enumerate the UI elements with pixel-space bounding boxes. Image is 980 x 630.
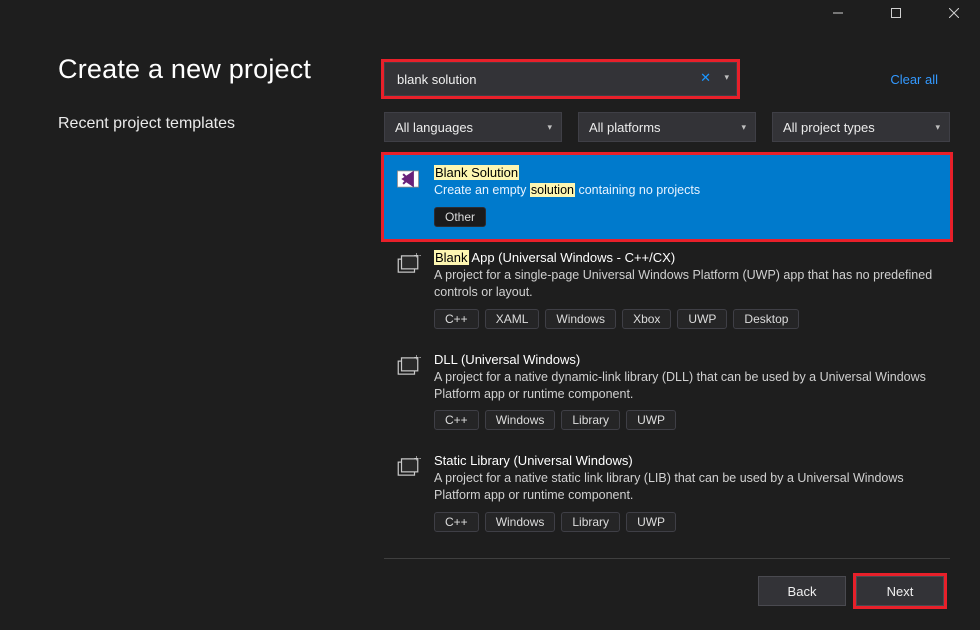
tag: UWP xyxy=(677,309,727,329)
results-list: Blank Solution Create an empty solution c… xyxy=(384,154,950,544)
template-icon: ++ xyxy=(394,352,422,380)
clear-search-icon[interactable]: ✕ xyxy=(700,70,711,86)
close-button[interactable] xyxy=(934,0,974,26)
maximize-button[interactable] xyxy=(876,0,916,26)
divider xyxy=(384,558,950,559)
template-title: Blank App (Universal Windows - C++/CX) xyxy=(434,250,940,265)
tag: Xbox xyxy=(622,309,671,329)
tag: XAML xyxy=(485,309,540,329)
template-icon: ++ xyxy=(394,250,422,278)
search-input[interactable]: blank solution ✕ ▾ xyxy=(384,62,737,96)
clear-all-link[interactable]: Clear all xyxy=(890,72,938,87)
recent-templates-heading: Recent project templates xyxy=(58,115,358,133)
svg-text:++: ++ xyxy=(414,353,421,362)
tag: UWP xyxy=(626,410,676,430)
filter-types-label: All project types xyxy=(783,120,875,135)
template-result[interactable]: ++ DLL (Universal Windows) A project for a… xyxy=(384,341,950,443)
search-value: blank solution xyxy=(397,72,477,87)
tag: Desktop xyxy=(733,309,799,329)
template-title: DLL (Universal Windows) xyxy=(434,352,940,367)
search-dropdown-icon[interactable]: ▾ xyxy=(724,72,729,83)
window-titlebar xyxy=(0,0,980,26)
filter-platforms[interactable]: All platforms ▾ xyxy=(578,112,756,142)
template-icon: ++ xyxy=(394,453,422,481)
chevron-down-icon: ▾ xyxy=(935,122,940,133)
tag: C++ xyxy=(434,410,479,430)
minimize-button[interactable] xyxy=(818,0,858,26)
template-tags: Other xyxy=(434,207,940,227)
template-description: Create an empty solution containing no p… xyxy=(434,182,940,199)
filter-languages-label: All languages xyxy=(395,120,473,135)
filter-types[interactable]: All project types ▾ xyxy=(772,112,950,142)
template-tags: C++ WindowsLibrary UWP xyxy=(434,410,940,430)
template-result[interactable]: ++ Static Library (Universal Windows) A pr… xyxy=(384,442,950,544)
template-description: A project for a native static link libra… xyxy=(434,470,940,504)
filter-platforms-label: All platforms xyxy=(589,120,661,135)
template-description: A project for a single-page Universal Wi… xyxy=(434,267,940,301)
template-result[interactable]: ++ Blank App (Universal Windows - C++/CX)… xyxy=(384,239,950,341)
template-tags: C++ WindowsLibrary UWP xyxy=(434,512,940,532)
tag: Windows xyxy=(545,309,616,329)
chevron-down-icon: ▾ xyxy=(741,122,746,133)
tag: Windows xyxy=(485,410,556,430)
template-title: Blank Solution xyxy=(434,165,940,180)
svg-text:++: ++ xyxy=(414,454,421,463)
tag: Library xyxy=(561,512,620,532)
next-button[interactable]: Next xyxy=(856,576,944,606)
tag: UWP xyxy=(626,512,676,532)
template-description: A project for a native dynamic-link libr… xyxy=(434,369,940,403)
tag: Library xyxy=(561,410,620,430)
svg-text:++: ++ xyxy=(414,251,421,260)
template-tags: C++ XAMLWindows Xbox UWP Desktop xyxy=(434,309,940,329)
page-title: Create a new project xyxy=(58,54,358,85)
tag: Windows xyxy=(485,512,556,532)
back-button[interactable]: Back xyxy=(758,576,846,606)
template-title: Static Library (Universal Windows) xyxy=(434,453,940,468)
tag: Other xyxy=(434,207,486,227)
tag: C++ xyxy=(434,512,479,532)
template-icon xyxy=(394,165,422,193)
chevron-down-icon: ▾ xyxy=(547,122,552,133)
tag: C++ xyxy=(434,309,479,329)
template-result[interactable]: Blank Solution Create an empty solution c… xyxy=(384,154,950,239)
filter-languages[interactable]: All languages ▾ xyxy=(384,112,562,142)
